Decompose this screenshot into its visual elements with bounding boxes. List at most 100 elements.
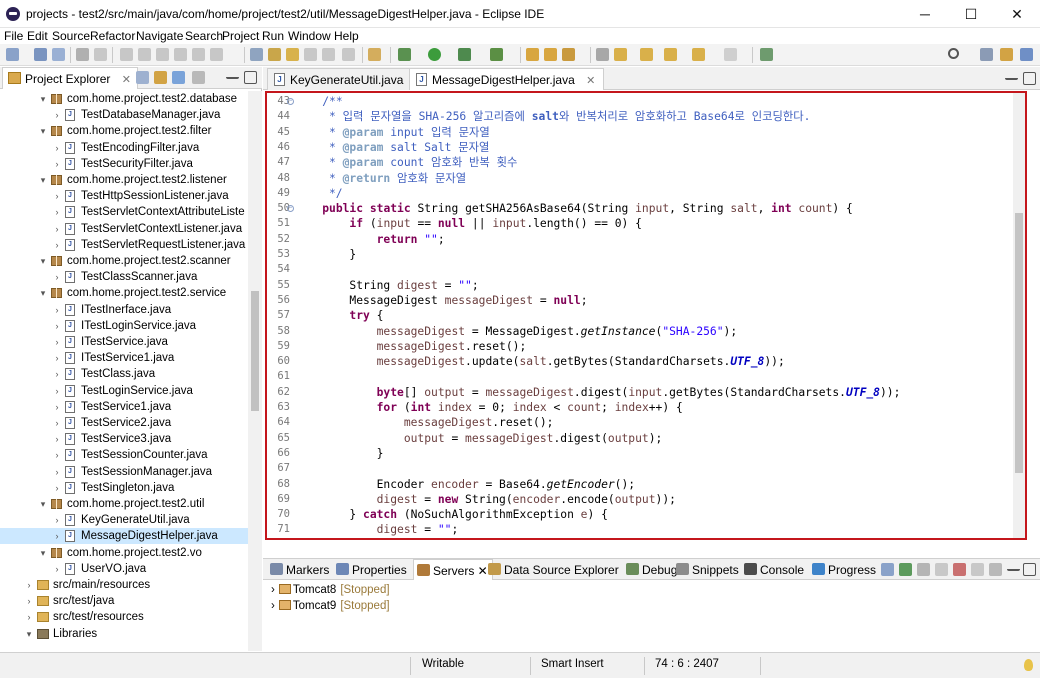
tree-item-file[interactable]: › J TestServletContextAttributeListe <box>0 204 248 220</box>
code-line[interactable]: * @param input 입력 문자열 <box>295 125 490 140</box>
tab-keygenerateutil[interactable]: J KeyGenerateUtil.java <box>267 68 413 90</box>
code-line[interactable]: Encoder encoder = Base64.getEncoder(); <box>295 477 635 492</box>
tab-messagedigesthelper[interactable]: J MessageDigestHelper.java ✕ <box>409 68 605 90</box>
chevron-right-icon[interactable]: › <box>52 269 62 285</box>
new-package-icon[interactable] <box>544 48 557 61</box>
last-edit-location-icon[interactable] <box>664 48 677 61</box>
suspend-icon[interactable] <box>138 48 151 61</box>
save-icon[interactable] <box>34 48 47 61</box>
step-into-icon[interactable] <box>192 48 205 61</box>
minimize-editor-icon[interactable] <box>1005 72 1018 80</box>
skip-icon[interactable] <box>94 48 107 61</box>
tree-item-package[interactable]: ▾ com.home.project.test2.vo <box>0 545 248 561</box>
server-row-tomcat8[interactable]: › Tomcat8 [Stopped] <box>271 582 390 598</box>
tree-item-file[interactable]: › J TestSingleton.java <box>0 480 248 496</box>
java-ee-perspective-icon[interactable] <box>1000 48 1013 61</box>
code-line[interactable]: public static String getSHA256AsBase64(S… <box>295 201 853 216</box>
tree-item-file[interactable]: › J TestSessionManager.java <box>0 464 248 480</box>
tab-markers[interactable]: Markers <box>267 559 333 580</box>
code-line[interactable]: MessageDigest messageDigest = null; <box>295 293 587 308</box>
task-icon[interactable] <box>368 48 381 61</box>
chevron-down-icon[interactable]: ▾ <box>38 91 48 107</box>
tree-item-folder[interactable]: › src/test/java <box>0 593 248 609</box>
chevron-down-icon[interactable]: ▾ <box>38 253 48 269</box>
chevron-right-icon[interactable]: › <box>52 221 62 237</box>
tree-item-file[interactable]: › J ITestService.java <box>0 334 248 350</box>
code-text-area[interactable]: /** * 입력 문자열을 SHA-256 알고리즘에 salt와 반복처리로 … <box>295 93 1011 538</box>
tree-item-file[interactable]: › J UserVO.java <box>0 561 248 577</box>
view-menu-icon[interactable] <box>989 563 1002 576</box>
tree-item-file[interactable]: › J TestLoginService.java <box>0 383 248 399</box>
tip-lightbulb-icon[interactable] <box>1024 659 1033 671</box>
tree-item-file[interactable]: › J ITestLoginService.java <box>0 318 248 334</box>
chevron-right-icon[interactable]: › <box>52 415 62 431</box>
view-menu-icon[interactable] <box>192 71 205 84</box>
chevron-right-icon[interactable]: › <box>52 561 62 577</box>
mark-occurrences-icon[interactable] <box>286 48 299 61</box>
tree-item-folder[interactable]: › src/main/resources <box>0 577 248 593</box>
maximize-view-icon[interactable] <box>1023 563 1036 576</box>
chevron-right-icon[interactable]: › <box>52 350 62 366</box>
chevron-down-icon[interactable]: ▾ <box>38 123 48 139</box>
code-line[interactable]: digest = new String(encoder.encode(outpu… <box>295 492 676 507</box>
menu-refactor[interactable]: Refactor <box>90 29 135 43</box>
debug-run-icon[interactable] <box>398 48 411 61</box>
coverage-icon[interactable] <box>458 48 471 61</box>
toggle-breadcrumb-icon[interactable] <box>250 48 263 61</box>
maximize-button[interactable]: ☐ <box>948 0 994 28</box>
start-server-icon[interactable] <box>899 563 912 576</box>
code-line[interactable]: String digest = ""; <box>295 278 478 293</box>
collapse-all-icon[interactable] <box>136 71 149 84</box>
filter-icon[interactable] <box>172 71 185 84</box>
code-line[interactable]: /** <box>295 94 342 109</box>
tree-item-file[interactable]: › J TestService2.java <box>0 415 248 431</box>
tree-item-package[interactable]: ▾ com.home.project.test2.util <box>0 496 248 512</box>
code-editor[interactable]: 43−44 45 46 47 48 49 50−51 52 53 54 55 56 57 58 59 60 61… <box>265 91 1027 540</box>
code-line[interactable]: return ""; <box>295 232 445 247</box>
tree-item-package[interactable]: ▾ com.home.project.test2.database <box>0 91 248 107</box>
tree-item-folder[interactable]: › src/test/resources <box>0 609 248 625</box>
new-icon[interactable] <box>6 48 19 61</box>
chevron-right-icon[interactable]: › <box>52 512 62 528</box>
tree-item-file[interactable]: › J TestService3.java <box>0 431 248 447</box>
tree-item-package[interactable]: ▾ com.home.project.test2.service <box>0 285 248 301</box>
minimize-view-icon[interactable] <box>1007 563 1020 571</box>
search-icon[interactable] <box>948 48 959 59</box>
code-line[interactable]: } catch (NoSuchAlgorithmException e) { <box>295 507 607 522</box>
menu-file[interactable]: File <box>4 29 23 43</box>
chevron-right-icon[interactable]: › <box>52 383 62 399</box>
previous-annotation-icon[interactable] <box>640 48 653 61</box>
tree-item-file[interactable]: › J KeyGenerateUtil.java <box>0 512 248 528</box>
menu-edit[interactable]: Edit <box>27 29 48 43</box>
chevron-down-icon[interactable]: ▾ <box>38 496 48 512</box>
chevron-right-icon[interactable]: › <box>52 366 62 382</box>
chevron-right-icon[interactable]: › <box>271 584 275 596</box>
terminate-icon[interactable] <box>156 48 169 61</box>
code-line[interactable]: if (input == null || input.length() == 0… <box>295 216 642 231</box>
chevron-down-icon[interactable]: ▾ <box>38 172 48 188</box>
tree-item-file[interactable]: › J TestServletContextListener.java <box>0 221 248 237</box>
disconnect-icon[interactable] <box>971 563 984 576</box>
chevron-right-icon[interactable]: › <box>52 302 62 318</box>
chevron-right-icon[interactable]: › <box>24 577 34 593</box>
chevron-right-icon[interactable]: › <box>52 528 62 544</box>
tree-item-file[interactable]: › J ITestInerface.java <box>0 302 248 318</box>
chevron-right-icon[interactable]: › <box>24 593 34 609</box>
collapse-all-icon[interactable] <box>881 563 894 576</box>
editor-scrollbar[interactable] <box>1013 93 1025 538</box>
chevron-right-icon[interactable]: › <box>271 600 275 612</box>
chevron-right-icon[interactable]: › <box>52 480 62 496</box>
menu-project[interactable]: Project <box>222 29 259 43</box>
run-icon[interactable] <box>428 48 441 61</box>
word-wrap-icon[interactable] <box>322 48 335 61</box>
tree-item-file[interactable]: › J TestDatabaseManager.java <box>0 107 248 123</box>
chevron-down-icon[interactable]: ▾ <box>38 285 48 301</box>
menu-navigate[interactable]: Navigate <box>136 29 183 43</box>
scroll-thumb[interactable] <box>1015 213 1023 473</box>
tree-item-package[interactable]: ▾ com.home.project.test2.listener <box>0 172 248 188</box>
minimize-view-icon[interactable] <box>226 71 239 79</box>
code-line[interactable]: * @return 암호화 문자열 <box>295 171 466 186</box>
pin-editor-icon[interactable] <box>760 48 773 61</box>
code-line[interactable]: */ <box>295 186 343 201</box>
tree-item-package[interactable]: ▾ com.home.project.test2.scanner <box>0 253 248 269</box>
